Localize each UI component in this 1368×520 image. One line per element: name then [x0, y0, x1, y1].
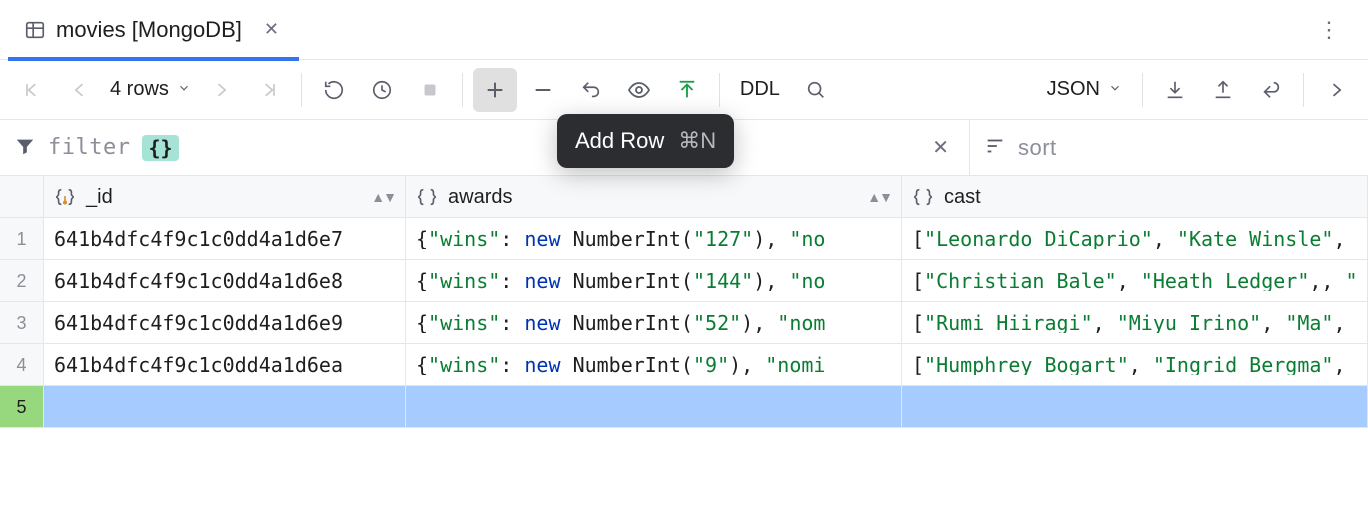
- tab-movies[interactable]: movies [MongoDB] ✕: [8, 0, 299, 60]
- row-number[interactable]: 4: [0, 344, 44, 386]
- first-page-button[interactable]: [10, 68, 54, 112]
- column-header-label: cast: [944, 187, 981, 207]
- row-number[interactable]: 2: [0, 260, 44, 302]
- toolbar: 4 rows DDL JSON: [0, 60, 1368, 120]
- sort-box[interactable]: sort: [970, 120, 1368, 175]
- history-button[interactable]: [360, 68, 404, 112]
- data-grid: _id ▲▼ awards ▲▼ cast 1 641b4dfc4f9c1c0dd4a…: [0, 176, 1368, 428]
- cell-cast[interactable]: ["Christian Bale", "Heath Ledger",, ": [902, 260, 1368, 302]
- next-page-button[interactable]: [199, 68, 243, 112]
- last-page-button[interactable]: [247, 68, 291, 112]
- sort-placeholder: sort: [1018, 135, 1057, 161]
- cell-cast[interactable]: ["Leonardo DiCaprio", "Kate Winsle", ": [902, 218, 1368, 260]
- chevron-down-icon: [1108, 78, 1122, 101]
- table-icon: [24, 19, 46, 41]
- cell-cast[interactable]: ["Rumi Hiiragi", "Miyu Irino", "Ma", ": [902, 302, 1368, 344]
- cell-id[interactable]: 641b4dfc4f9c1c0dd4a1d6e9: [44, 302, 406, 344]
- delete-row-button[interactable]: [521, 68, 565, 112]
- view-mode-label: JSON: [1047, 78, 1100, 101]
- filter-placeholder: filter: [48, 135, 130, 160]
- sort-indicator-icon[interactable]: ▲▼: [867, 190, 891, 204]
- filter-box[interactable]: filter {} ✕: [0, 120, 970, 175]
- braces-icon: [54, 186, 76, 208]
- reload-button[interactable]: [312, 68, 356, 112]
- sort-icon: [984, 135, 1006, 160]
- copy-to-button[interactable]: [1249, 68, 1293, 112]
- cell-awards[interactable]: [406, 386, 902, 428]
- cell-awards[interactable]: {"wins": new NumberInt("144"), "no: [406, 260, 902, 302]
- cell-id[interactable]: [44, 386, 406, 428]
- filter-brace-chip[interactable]: {}: [142, 135, 178, 161]
- cell-awards[interactable]: {"wins": new NumberInt("127"), "no: [406, 218, 902, 260]
- submit-button[interactable]: [665, 68, 709, 112]
- cell-awards[interactable]: {"wins": new NumberInt("52"), "nom: [406, 302, 902, 344]
- tab-title: movies [MongoDB]: [56, 17, 242, 43]
- column-header-label: awards: [448, 187, 512, 207]
- filter-icon: [14, 135, 36, 160]
- cell-id[interactable]: 641b4dfc4f9c1c0dd4a1d6e8: [44, 260, 406, 302]
- ddl-button[interactable]: DDL: [730, 78, 790, 101]
- preview-button[interactable]: [617, 68, 661, 112]
- row-number-header: [0, 176, 44, 218]
- cell-cast[interactable]: ["Humphrey Bogart", "Ingrid Bergma", ": [902, 344, 1368, 386]
- tab-options-button[interactable]: ⋮: [1298, 17, 1360, 43]
- cell-id[interactable]: 641b4dfc4f9c1c0dd4a1d6e7: [44, 218, 406, 260]
- tooltip-text: Add Row: [575, 128, 664, 154]
- row-number[interactable]: 1: [0, 218, 44, 260]
- row-count-selector[interactable]: 4 rows: [106, 78, 195, 101]
- row-number[interactable]: 3: [0, 302, 44, 344]
- braces-icon: [912, 186, 934, 208]
- tooltip-shortcut: ⌘N: [678, 128, 716, 154]
- filter-clear-button[interactable]: ✕: [926, 129, 955, 166]
- view-mode-selector[interactable]: JSON: [1037, 78, 1132, 101]
- column-header-cast[interactable]: cast: [902, 176, 1368, 218]
- add-row-button[interactable]: [473, 68, 517, 112]
- expand-button[interactable]: [1314, 68, 1358, 112]
- cell-id[interactable]: 641b4dfc4f9c1c0dd4a1d6ea: [44, 344, 406, 386]
- column-header-id[interactable]: _id ▲▼: [44, 176, 406, 218]
- row-count-text: 4 rows: [110, 78, 169, 101]
- cell-awards[interactable]: {"wins": new NumberInt("9"), "nomi: [406, 344, 902, 386]
- export-button[interactable]: [1153, 68, 1197, 112]
- tab-bar: movies [MongoDB] ✕ ⋮: [0, 0, 1368, 60]
- import-button[interactable]: [1201, 68, 1245, 112]
- cell-cast[interactable]: [902, 386, 1368, 428]
- add-row-tooltip: Add Row ⌘N: [557, 114, 734, 168]
- column-header-label: _id: [86, 187, 113, 207]
- prev-page-button[interactable]: [58, 68, 102, 112]
- revert-button[interactable]: [569, 68, 613, 112]
- search-button[interactable]: [794, 68, 838, 112]
- row-number[interactable]: 5: [0, 386, 44, 428]
- braces-icon: [416, 186, 438, 208]
- stop-button[interactable]: [408, 68, 452, 112]
- column-header-awards[interactable]: awards ▲▼: [406, 176, 902, 218]
- chevron-down-icon: [177, 78, 191, 101]
- close-icon[interactable]: ✕: [260, 15, 283, 44]
- sort-indicator-icon[interactable]: ▲▼: [371, 190, 395, 204]
